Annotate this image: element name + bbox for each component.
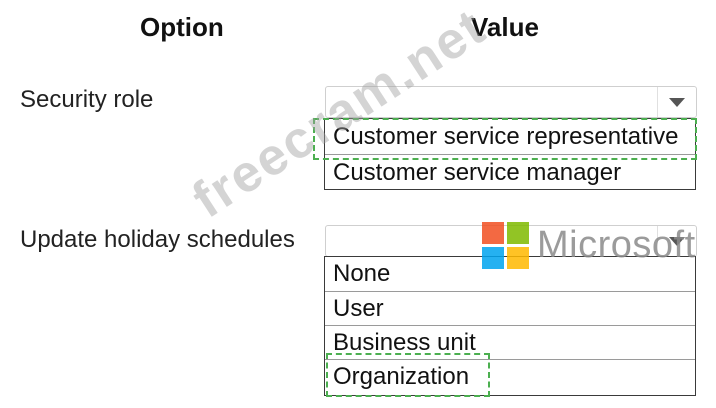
option-business-unit[interactable]: Business unit [325,325,695,359]
security-role-label: Security role [20,86,154,113]
security-role-dropdown-toggle[interactable] [657,87,696,117]
option-user[interactable]: User [325,291,695,325]
option-organization[interactable]: Organization [325,359,695,393]
security-role-options: Customer service representative Customer… [324,118,696,190]
page: Option Value Security role Customer serv… [0,0,716,408]
update-holiday-schedules-label: Update holiday schedules [20,226,295,253]
logo-square-green [507,222,529,244]
option-customer-service-representative[interactable]: Customer service representative [325,119,695,154]
logo-square-blue [482,247,504,269]
microsoft-logo: Microsoft [482,222,696,269]
logo-square-red [482,222,504,244]
microsoft-logo-text: Microsoft [537,224,696,266]
logo-square-yellow [507,247,529,269]
option-customer-service-manager[interactable]: Customer service manager [325,154,695,189]
chevron-down-icon [669,97,685,107]
option-column-header: Option [140,12,224,42]
microsoft-logo-icon [482,222,529,269]
update-holiday-schedules-options: None User Business unit Organization [324,256,696,396]
